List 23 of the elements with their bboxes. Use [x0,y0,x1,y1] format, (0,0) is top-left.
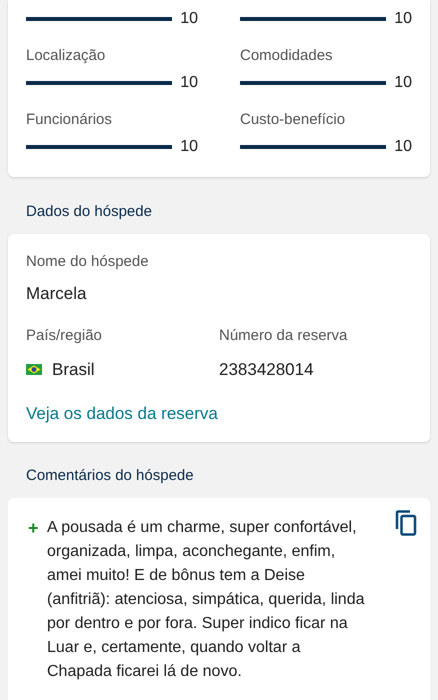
rating-score: 10 [394,73,412,93]
guest-name: Marcela [26,283,86,305]
booking-details-link[interactable]: Veja os dados da reserva [26,400,218,426]
field-label: Nome do hóspede [26,252,149,272]
positive-marker: + [28,516,40,540]
section-heading: Dados do hóspede [25,202,153,222]
rating-label: Custo-benefício [240,110,346,130]
rating-label: Localização [26,46,106,66]
rating-score: 10 [180,137,198,157]
rating-score: 10 [394,9,412,29]
rating-label: Funcionários [26,110,112,130]
field-label: País/região [26,326,102,346]
rating-score: 10 [180,9,198,29]
comment-text: A pousada é um charme, super confortável, organizada, limpa, aconchegante, enfim, amei muito! E de bônus tem a Deise (anfitriã): atenciosa, simpática, querida, linda por dentro e por fora. Super indico ficar na Luar e, certamente, quando voltar a Chapada ficarei lá de novo. [47,518,366,682]
flag-icon [26,364,42,376]
section-heading: Comentários do hóspede [25,466,195,486]
country: Brasil [52,359,95,381]
rating-label: Comodidades [240,46,333,66]
field-label: Número da reserva [219,326,348,346]
rating-score: 10 [180,73,198,93]
rating-score: 10 [394,137,412,157]
booking-number: 2383428014 [219,359,314,381]
copy-icon[interactable] [395,510,417,536]
